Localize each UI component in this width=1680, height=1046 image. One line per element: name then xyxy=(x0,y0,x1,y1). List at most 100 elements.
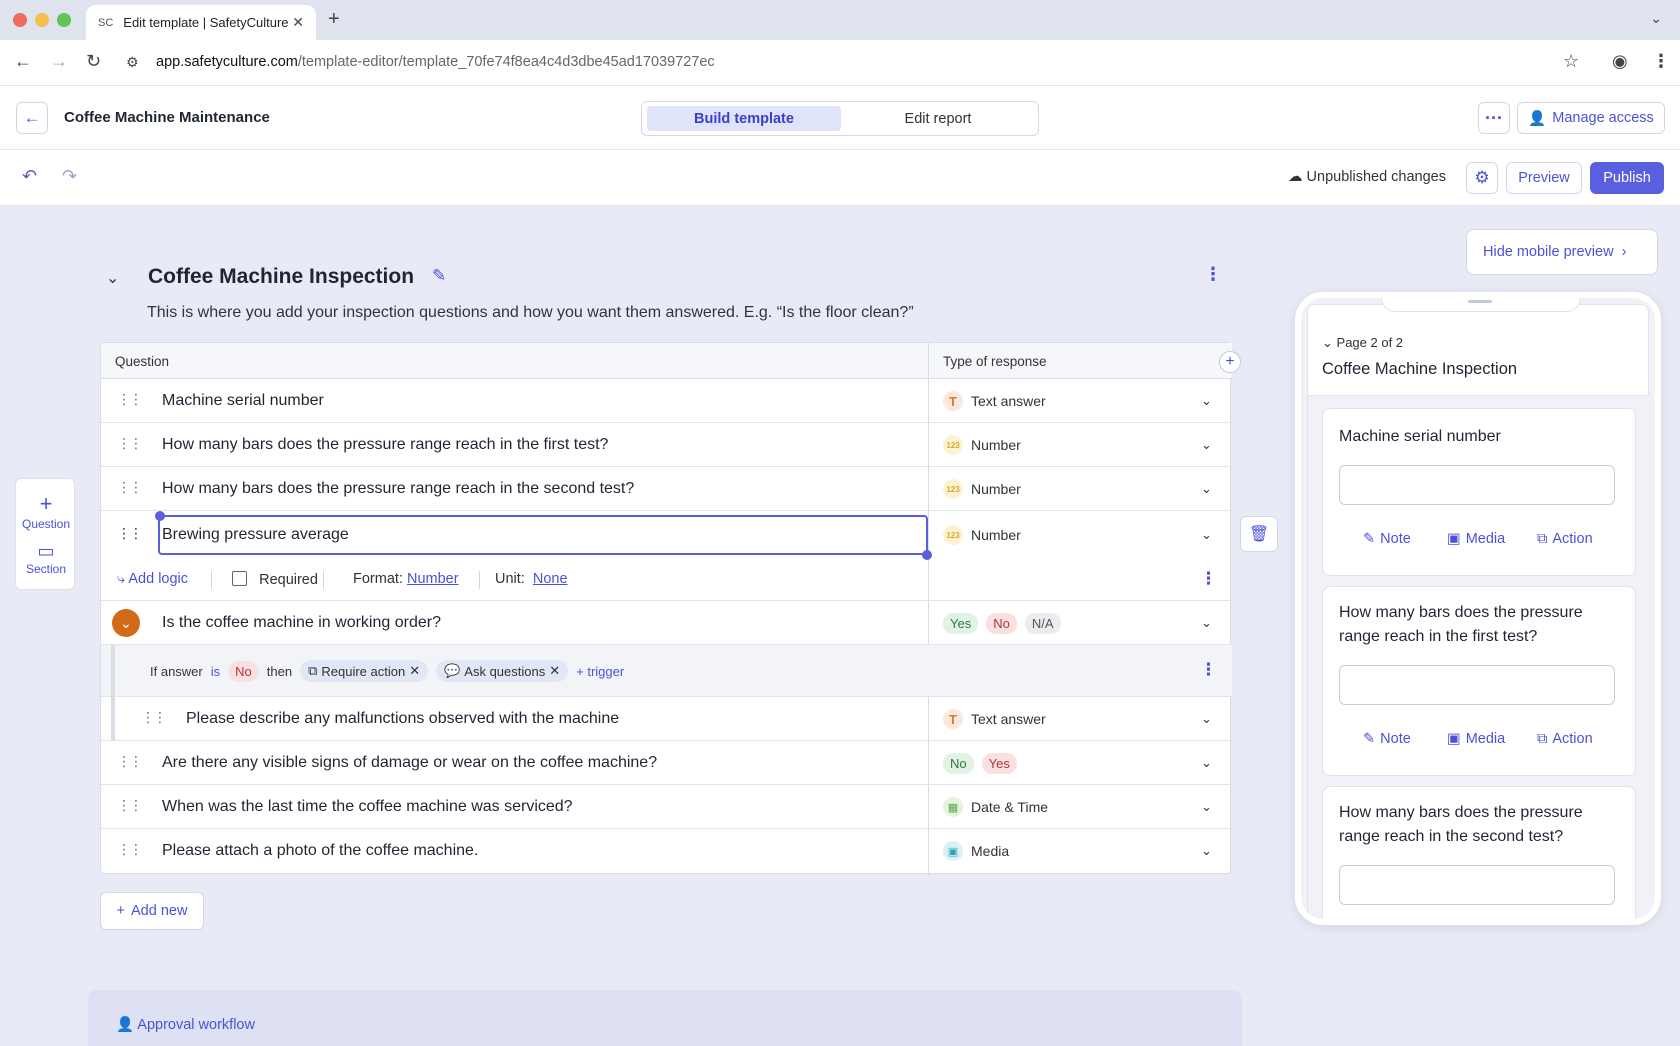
add-question-button[interactable]: + Question xyxy=(16,491,76,531)
undo-icon[interactable]: ↶ xyxy=(22,166,37,187)
add-logic-button[interactable]: ⤷ Add logic xyxy=(117,571,188,587)
approval-workflow-link[interactable]: 👤 Approval workflow xyxy=(116,1016,255,1033)
edit-pencil-icon[interactable]: ✎ xyxy=(432,266,446,286)
question-text[interactable]: Are there any visible signs of damage or… xyxy=(162,754,657,772)
trigger-require-action[interactable]: ⧉ Require action ✕ xyxy=(300,660,429,682)
table-row[interactable]: ⋮⋮ When was the last time the coffee mac… xyxy=(101,785,1232,829)
manage-access-button[interactable]: 👤 Manage access xyxy=(1517,102,1665,134)
chevron-down-icon[interactable]: ⌄ xyxy=(1201,481,1212,497)
required-checkbox[interactable]: Required xyxy=(232,571,318,588)
mobile-answer-input[interactable] xyxy=(1339,465,1615,505)
tab-list-chevron-icon[interactable]: ⌄ xyxy=(1650,10,1662,27)
table-row-nested[interactable]: ⋮⋮ Please describe any malfunctions obse… xyxy=(101,697,1232,741)
logic-more-icon[interactable]: ⋮ xyxy=(1200,660,1217,680)
redo-icon[interactable]: ↷ xyxy=(62,166,77,187)
note-button[interactable]: ✎ Note xyxy=(1363,531,1411,547)
drag-handle-icon[interactable]: ⋮⋮ xyxy=(117,753,143,770)
response-type-selector[interactable]: 123 Number xyxy=(943,525,1021,545)
question-text[interactable]: Please attach a photo of the coffee mach… xyxy=(162,842,478,860)
tab-edit-report[interactable]: Edit report xyxy=(842,106,1034,131)
remove-trigger-icon[interactable]: ✕ xyxy=(409,663,420,679)
bookmark-star-icon[interactable]: ☆ xyxy=(1563,51,1579,72)
chevron-down-icon[interactable]: ⌄ xyxy=(1201,711,1212,727)
preview-button[interactable]: Preview xyxy=(1506,162,1582,194)
chevron-down-icon[interactable]: ⌄ xyxy=(1201,437,1212,453)
mobile-answer-input[interactable] xyxy=(1339,665,1615,705)
site-settings-icon[interactable]: ⚙ xyxy=(126,54,139,71)
add-section-button[interactable]: ▭ Section xyxy=(16,541,76,576)
question-text[interactable]: Machine serial number xyxy=(162,392,324,410)
collapse-section-chevron-icon[interactable]: ⌄ xyxy=(106,268,119,288)
table-row[interactable]: ⋮⋮ Machine serial number T Text answer ⌄ xyxy=(101,379,1232,423)
delete-question-button[interactable]: 🗑 xyxy=(1240,516,1278,552)
url-field[interactable]: app.safetyculture.com/template-editor/te… xyxy=(156,54,715,70)
new-tab-icon[interactable]: + xyxy=(328,8,340,31)
drag-handle-icon[interactable]: ⋮⋮ xyxy=(117,391,143,408)
add-trigger-link[interactable]: + trigger xyxy=(576,664,624,679)
unit-value-link[interactable]: None xyxy=(533,571,568,587)
selection-handle[interactable] xyxy=(155,511,165,521)
drag-handle-icon[interactable]: ⋮⋮ xyxy=(117,435,143,452)
table-row[interactable]: ⋮⋮ How many bars does the pressure range… xyxy=(101,423,1232,467)
more-options-button[interactable]: ··· xyxy=(1478,102,1510,134)
question-text[interactable]: When was the last time the coffee machin… xyxy=(162,798,573,816)
close-window-button[interactable] xyxy=(13,13,27,27)
chevron-down-icon[interactable]: ⌄ xyxy=(1201,393,1212,409)
table-row-selected[interactable]: ⋮⋮ Brewing pressure average 123 Number ⌄ xyxy=(101,511,1232,560)
drag-handle-icon[interactable]: ⋮⋮ xyxy=(117,479,143,496)
close-tab-icon[interactable]: ✕ xyxy=(292,14,304,31)
media-button[interactable]: ▣ Media xyxy=(1447,531,1505,547)
table-row[interactable]: ⌄ Is the coffee machine in working order… xyxy=(101,601,1232,645)
response-type-selector[interactable]: ▣ Media xyxy=(943,841,1009,861)
publish-button[interactable]: Publish xyxy=(1590,162,1664,194)
browser-tab[interactable]: SC Edit template | SafetyCulture ✕ xyxy=(86,5,316,40)
profile-icon[interactable]: ◉ xyxy=(1612,51,1628,72)
trigger-ask-questions[interactable]: 💬 Ask questions ✕ xyxy=(436,660,569,682)
hide-mobile-preview-button[interactable]: Hide mobile preview › xyxy=(1466,229,1658,275)
drag-handle-icon[interactable]: ⋮⋮ xyxy=(141,709,167,726)
media-button[interactable]: ▣ Media xyxy=(1447,731,1505,747)
minimize-window-button[interactable] xyxy=(35,13,49,27)
drag-handle-icon[interactable]: ⋮⋮ xyxy=(117,797,143,814)
chevron-down-icon[interactable]: ⌄ xyxy=(1201,755,1212,771)
response-type-selector[interactable]: T Text answer xyxy=(943,709,1046,729)
settings-button[interactable]: ⚙ xyxy=(1466,162,1498,194)
action-button[interactable]: ⧉ Action xyxy=(1537,731,1593,747)
reload-icon[interactable]: ↻ xyxy=(86,51,101,72)
chevron-down-icon[interactable]: ⌄ xyxy=(1201,615,1212,631)
back-button[interactable]: ← xyxy=(16,102,48,134)
response-type-selector[interactable]: 123 Number xyxy=(943,479,1021,499)
add-column-button[interactable]: + xyxy=(1219,351,1241,373)
chevron-down-icon[interactable]: ⌄ xyxy=(1201,527,1212,543)
response-set[interactable]: No Yes xyxy=(943,753,1017,774)
response-type-selector[interactable]: T Text answer xyxy=(943,391,1046,411)
chevron-down-icon[interactable]: ⌄ xyxy=(1201,799,1212,815)
answer-select[interactable]: No xyxy=(228,660,259,682)
response-set[interactable]: Yes No N/A xyxy=(943,613,1061,634)
tab-build-template[interactable]: Build template xyxy=(647,106,841,131)
add-new-button[interactable]: + Add new xyxy=(100,892,204,930)
browser-menu-icon[interactable]: ⋮ xyxy=(1652,51,1670,72)
chevron-down-icon[interactable]: ⌄ xyxy=(1201,843,1212,859)
note-button[interactable]: ✎ Note xyxy=(1363,731,1411,747)
section-more-icon[interactable]: ⋮ xyxy=(1204,264,1222,285)
options-more-icon[interactable]: ⋮ xyxy=(1200,569,1217,589)
response-type-selector[interactable]: ▦ Date & Time xyxy=(943,797,1048,817)
question-text[interactable]: How many bars does the pressure range re… xyxy=(162,436,608,454)
table-row[interactable]: ⋮⋮ Are there any visible signs of damage… xyxy=(101,741,1232,785)
action-button[interactable]: ⧉ Action xyxy=(1537,531,1593,547)
forward-arrow-icon[interactable]: → xyxy=(50,51,68,72)
question-text[interactable]: Please describe any malfunctions observe… xyxy=(186,710,619,728)
drag-handle-icon[interactable]: ⋮⋮ xyxy=(117,841,143,858)
format-value-link[interactable]: Number xyxy=(407,571,459,587)
table-row[interactable]: ⋮⋮ Please attach a photo of the coffee m… xyxy=(101,829,1232,873)
question-text[interactable]: Brewing pressure average xyxy=(162,526,349,544)
logic-collapse-chevron-icon[interactable]: ⌄ xyxy=(112,609,140,637)
operator-select[interactable]: is xyxy=(211,664,220,679)
back-arrow-icon[interactable]: ← xyxy=(14,51,32,72)
page-indicator[interactable]: ⌄ Page 2 of 2 xyxy=(1322,335,1403,351)
response-type-selector[interactable]: 123 Number xyxy=(943,435,1021,455)
drag-handle-icon[interactable]: ⋮⋮ xyxy=(117,525,143,542)
maximize-window-button[interactable] xyxy=(57,13,71,27)
table-row[interactable]: ⋮⋮ How many bars does the pressure range… xyxy=(101,467,1232,511)
